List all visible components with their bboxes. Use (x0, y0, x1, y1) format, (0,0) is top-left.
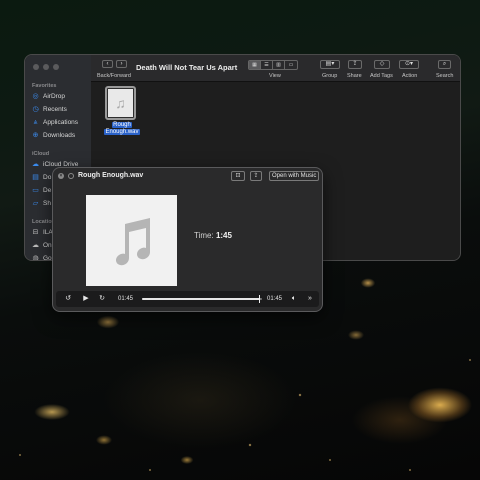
back-button[interactable]: ‹ (102, 60, 113, 68)
file-item-rough-enough[interactable]: ♫ Rough Enough.wav (102, 86, 142, 136)
group-button[interactable]: ▤▾ (320, 60, 340, 69)
network-icon: ◍ (32, 254, 39, 261)
add-tags-label: Add Tags (370, 73, 393, 79)
duration-readout: Time: 1:45 (194, 231, 232, 240)
sidebar-item-label: Downloads (43, 131, 76, 139)
file-name-label: Rough Enough.wav (102, 122, 142, 136)
sidebar-item-label: Applications (43, 118, 79, 126)
gallery-view-icon[interactable]: ▭ (285, 61, 297, 69)
time-label: Time: (194, 231, 214, 240)
cloud-icon: ☁ (32, 241, 39, 249)
disk-icon: ⊟ (32, 228, 39, 236)
sidebar-item-online[interactable]: ☁ On (32, 240, 52, 250)
sidebar-item-disk[interactable]: ⊟ ILA (32, 227, 53, 237)
scrubber-fill (142, 298, 260, 300)
zoom-button[interactable] (53, 64, 59, 70)
skip-forward-icon[interactable]: ↻ (97, 294, 107, 304)
sidebar-item-network[interactable]: ◍ Go (32, 253, 52, 261)
airdrop-icon: ◎ (32, 92, 39, 100)
shared-folder-icon: ▱ (32, 199, 39, 207)
sidebar-heading-favorites: Favorites (32, 83, 57, 89)
sidebar-item-documents[interactable]: ▤ Do (32, 172, 51, 182)
skip-back-icon[interactable]: ↺ (63, 294, 73, 304)
applications-icon: ⩓ (33, 118, 38, 126)
sidebar-item-label: Sh (43, 199, 51, 207)
back-forward-buttons: ‹ › (102, 60, 127, 68)
list-view-icon[interactable]: ☰ (261, 61, 273, 69)
cloud-icon: ☁ (32, 160, 39, 168)
quicklook-titlebar: × Rough Enough.wav ⊡ ⇪ Open with Music (53, 168, 322, 184)
album-art (86, 195, 177, 286)
desktop-icon: ▭ (32, 186, 39, 194)
window-traffic-lights[interactable] (33, 64, 59, 70)
sidebar-item-applications[interactable]: ⩓ Applications (32, 117, 79, 127)
action-label: Action (402, 73, 418, 79)
file-name-line1: Rough (112, 122, 132, 128)
tag-icon[interactable]: ◇ (374, 60, 390, 69)
forward-button[interactable]: › (116, 60, 127, 68)
playback-controls: ↺ ▶ ↻ 01:45 01:45 🔈︎ » (56, 291, 319, 307)
sidebar-item-downloads[interactable]: ⊕ Downloads (32, 130, 76, 140)
quicklook-window: × Rough Enough.wav ⊡ ⇪ Open with Music T… (52, 167, 323, 312)
document-icon: ▤ (32, 173, 39, 181)
group-label: Group (322, 73, 338, 79)
window-title: Death Will Not Tear Us Apart (136, 63, 238, 72)
current-time: 01:45 (118, 296, 134, 302)
expand-icon[interactable]: » (305, 294, 315, 304)
fullscreen-icon[interactable] (68, 173, 74, 179)
close-button[interactable] (33, 64, 39, 70)
file-thumbnail: ♫ (105, 86, 136, 120)
sidebar-item-label: AirDrop (43, 92, 66, 100)
action-icon[interactable]: ⊙▾ (399, 60, 419, 69)
sidebar-heading-icloud: iCloud (32, 151, 50, 157)
sidebar-item-desktop[interactable]: ▭ De (32, 185, 51, 195)
trim-icon[interactable]: ⊡ (231, 171, 245, 181)
icon-view-icon[interactable]: ▦ (249, 61, 261, 69)
sidebar-item-label: Do (43, 173, 52, 181)
sidebar-item-label: On (43, 241, 52, 249)
close-icon[interactable]: × (58, 173, 64, 179)
clock-icon: ◷ (32, 105, 39, 113)
share-icon[interactable]: ⇪ (348, 60, 362, 69)
scrubber[interactable] (142, 295, 262, 303)
sidebar-item-recents[interactable]: ◷ Recents (32, 104, 67, 114)
search-label: Search (436, 73, 454, 79)
sidebar-item-label: Go (43, 254, 52, 261)
view-switcher[interactable]: ▦ ☰ ▥ ▭ (248, 60, 298, 70)
play-icon[interactable]: ▶ (81, 294, 91, 304)
volume-icon[interactable]: 🔈︎ (289, 294, 299, 304)
back-forward-label: Back/Forward (97, 73, 131, 79)
open-with-music-button[interactable]: Open with Music (269, 171, 320, 181)
sidebar-item-label: De (43, 186, 52, 194)
sidebar-item-shared[interactable]: ▱ Sh (32, 198, 51, 208)
minimize-button[interactable] (43, 64, 49, 70)
view-label: View (269, 73, 281, 79)
file-name-line2: Enough.wav (104, 129, 140, 135)
total-time: 01:45 (267, 296, 283, 302)
time-value: 1:45 (215, 231, 232, 240)
sidebar-item-label: Recents (43, 105, 67, 113)
share-icon[interactable]: ⇪ (250, 171, 262, 181)
music-note-icon (115, 217, 150, 265)
quicklook-title: Rough Enough.wav (78, 172, 144, 179)
download-icon: ⊕ (32, 131, 39, 139)
share-label: Share (347, 73, 362, 79)
scrubber-handle[interactable] (258, 295, 261, 303)
sidebar-item-airdrop[interactable]: ◎ AirDrop (32, 91, 65, 101)
music-note-icon: ♫ (108, 89, 133, 117)
column-view-icon[interactable]: ▥ (273, 61, 285, 69)
finder-toolbar: ‹ › Back/Forward Death Will Not Tear Us … (91, 55, 460, 82)
search-icon[interactable]: ⌕ (438, 60, 451, 69)
